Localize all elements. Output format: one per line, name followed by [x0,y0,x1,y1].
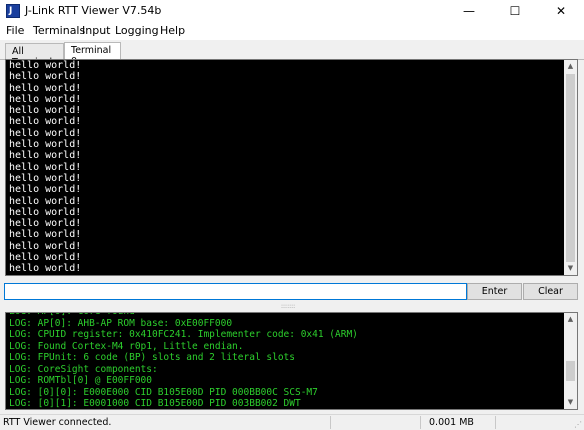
enter-button[interactable]: Enter [467,283,522,300]
log-scrollbar[interactable]: ▲ ▼ [564,313,577,409]
terminal-line: hello world! [9,116,82,128]
log-lines: LOG: AP[0]: Core foundLOG: AP[0]: AHB-AP… [9,313,358,409]
connection-status: RTT Viewer connected. [3,417,112,428]
title-bar: J J-Link RTT Viewer V7.54b — ☐ ✕ [0,0,584,22]
scroll-up-arrow-icon[interactable]: ▲ [564,313,577,326]
status-divider [420,416,421,429]
minimize-button[interactable]: — [446,0,492,22]
scroll-up-arrow-icon[interactable]: ▲ [564,60,577,73]
tab-all-terminals[interactable]: All Terminals [5,43,64,68]
terminal-line: hello world! [9,206,82,218]
terminal-scroll-thumb[interactable] [566,74,575,262]
terminal-line: hello world! [9,263,82,275]
log-line: LOG: [0][0]: E000E000 CID B105E00D PID 0… [9,386,318,398]
terminal-line: hello world! [9,93,82,105]
pane-splitter[interactable]: ::::::: [0,303,584,312]
window-title: J-Link RTT Viewer V7.54b [25,4,162,17]
terminal-line: hello world! [9,218,82,230]
log-line: LOG: CPUID register: 0x410FC241. Impleme… [9,329,358,340]
menu-input[interactable]: Input [82,24,110,37]
maximize-button[interactable]: ☐ [492,0,538,22]
terminal-lines: hello world! hello world! hello world! hell… [9,60,81,275]
menu-help[interactable]: Help [160,24,185,37]
terminal-line: hello world! [9,60,82,71]
menu-bar: File Terminals Input Logging Help [0,22,584,40]
terminal-line: hello world! [9,105,82,117]
resize-grip-icon[interactable]: ⋰ [574,420,582,429]
splitter-grip-icon: ::::::: [281,303,296,310]
terminal-scrollbar[interactable]: ▲ ▼ [564,60,577,275]
terminal-line: hello world! [9,71,82,83]
log-line: LOG: CoreSight components: [9,363,158,375]
close-button[interactable]: ✕ [538,0,584,22]
log-line: LOG: ROMTbl[0] @ E00FF000 [9,375,152,386]
log-line: LOG: AP[0]: AHB-AP ROM base: 0xE00FF000 [9,317,233,329]
terminal-line: hello world! [9,184,82,196]
terminal-line: hello world! [9,161,82,173]
menu-file[interactable]: File [6,24,24,37]
terminal-tab-bar: All Terminals Terminal 0 [0,40,584,68]
log-output[interactable]: LOG: AP[0]: Core foundLOG: AP[0]: AHB-AP… [5,312,578,410]
status-divider [495,416,496,429]
scroll-down-arrow-icon[interactable]: ▼ [564,262,577,275]
terminal-line: hello world! [9,139,82,151]
jlink-app-icon: J [6,4,20,18]
log-scroll-thumb[interactable] [566,361,575,381]
menu-logging[interactable]: Logging [115,24,159,37]
menu-terminals[interactable]: Terminals [33,24,85,37]
terminal-line: hello world! [9,127,82,139]
terminal-line: hello world! [9,252,82,264]
terminal-line: hello world! [9,172,82,184]
terminal-input[interactable] [4,283,467,300]
terminal-output[interactable]: hello world! hello world! hello world! hell… [5,59,578,276]
input-row: Enter Clear [0,283,584,303]
scroll-down-arrow-icon[interactable]: ▼ [564,396,577,409]
terminal-line: hello world! [9,229,82,241]
status-bar: RTT Viewer connected. 0.001 MB ⋰ [0,414,584,430]
status-divider [330,416,331,429]
terminal-line: hello world! [9,240,82,252]
data-size: 0.001 MB [429,417,474,428]
terminal-line: hello world! [9,150,82,162]
log-line: LOG: [0][1]: E0001000 CID B105E00D PID 0… [9,398,301,409]
terminal-line: hello world! [9,82,82,94]
log-line: LOG: Found Cortex-M4 r0p1, Little endian… [9,340,244,352]
clear-button[interactable]: Clear [523,283,578,300]
terminal-line: hello world! [9,195,82,207]
log-line: LOG: FPUnit: 6 code (BP) slots and 2 lit… [9,352,295,363]
